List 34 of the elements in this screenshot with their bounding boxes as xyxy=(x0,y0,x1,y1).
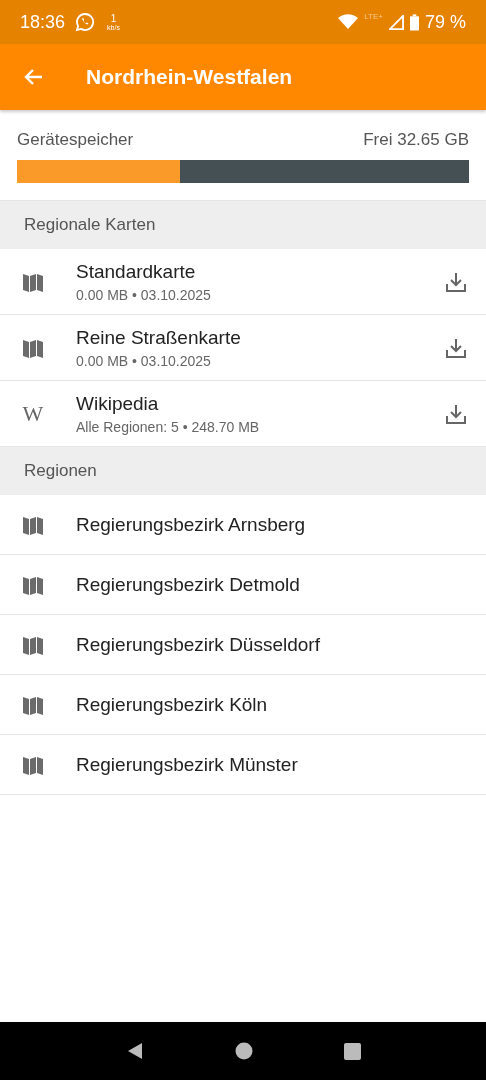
clock: 18:36 xyxy=(20,11,66,33)
item-subtitle: 0.00 MB • 03.10.2025 xyxy=(76,286,212,303)
recents-icon[interactable] xyxy=(343,1042,361,1060)
list-item[interactable]: Regierungsbezirk Köln xyxy=(0,675,486,735)
item-title: Wikipedia xyxy=(76,392,160,415)
list-item[interactable]: Regierungsbezirk Münster xyxy=(0,735,486,795)
item-title: Reine Straßenkarte xyxy=(76,326,242,349)
wifi-icon xyxy=(338,14,359,30)
battery-icon xyxy=(409,13,419,31)
speed-value: 1 xyxy=(110,13,117,24)
item-title: Regierungsbezirk Münster xyxy=(76,753,299,776)
item-title: Regierungsbezirk Düsseldorf xyxy=(76,633,321,656)
list-item[interactable]: Standardkarte 0.00 MB • 03.10.2025 xyxy=(0,249,486,315)
screen-title: Nordrhein-Westfalen xyxy=(86,65,293,89)
list-item[interactable]: Reine Straßenkarte 0.00 MB • 03.10.2025 xyxy=(0,315,486,381)
item-title: Regierungsbezirk Köln xyxy=(76,693,269,716)
battery-percent: 79 % xyxy=(424,11,466,33)
list-item[interactable]: Regierungsbezirk Detmold xyxy=(0,555,486,615)
list-item[interactable]: Regierungsbezirk Arnsberg xyxy=(0,495,486,555)
network-type: LTE+ xyxy=(364,12,383,21)
section-title: Regionen xyxy=(24,461,97,481)
storage-label: Gerätespeicher xyxy=(17,130,134,150)
home-icon[interactable] xyxy=(234,1042,253,1060)
item-title: Standardkarte xyxy=(76,260,197,283)
item-title: Regierungsbezirk Detmold xyxy=(76,573,301,596)
free-space: Frei 32.65 GB xyxy=(363,130,469,150)
section-title: Regionale Karten xyxy=(24,215,156,235)
list-item[interactable]: Regierungsbezirk Düsseldorf xyxy=(0,615,486,675)
wikipedia-glyph: W xyxy=(22,400,44,427)
signal-icon xyxy=(388,14,404,30)
item-title: Regierungsbezirk Arnsberg xyxy=(76,513,307,536)
chat-bubble-icon xyxy=(75,12,96,32)
item-subtitle: Alle Regionen: 5 • 248.70 MB xyxy=(76,418,261,435)
item-subtitle: 0.00 MB • 03.10.2025 xyxy=(76,352,212,369)
